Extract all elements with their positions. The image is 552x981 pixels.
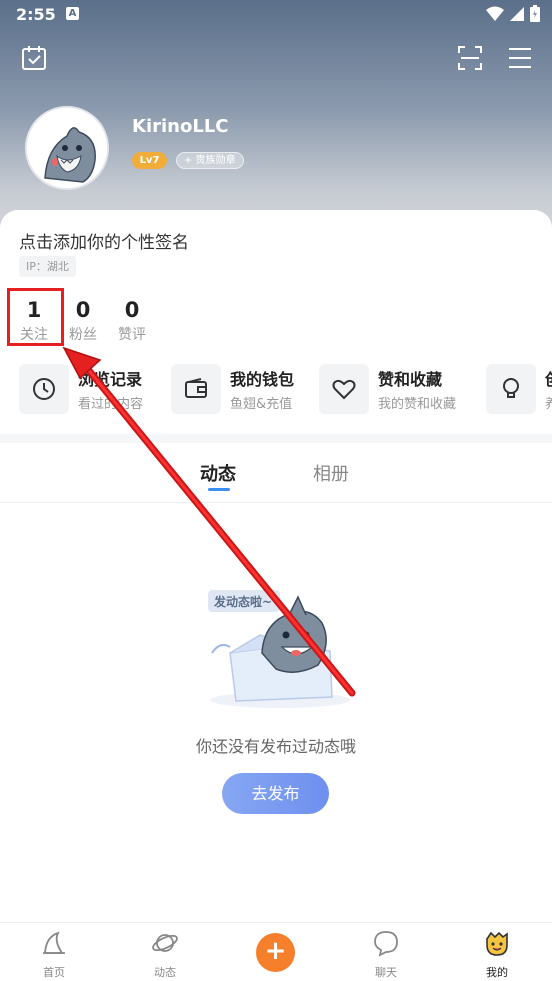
empty-state-illustration: 发动态啦~	[208, 590, 350, 708]
status-time: 2:55	[16, 5, 56, 24]
calendar-check-icon[interactable]	[20, 44, 48, 72]
nav-label: 聊天	[375, 966, 397, 979]
quick-entry-title: 赞和收藏	[378, 370, 443, 389]
go-post-button[interactable]: 去发布	[222, 773, 329, 814]
bottom-navigation: 首页 动态 + 聊天 我的	[0, 922, 552, 981]
quick-entry-subtitle: 鱼翅&充值	[230, 397, 293, 412]
quick-entry-title: 我的钱包	[230, 370, 295, 389]
menu-icon[interactable]	[506, 44, 534, 72]
avatar[interactable]	[25, 106, 109, 190]
level-badge[interactable]: Lv7	[132, 152, 167, 169]
clock-icon	[33, 378, 55, 400]
username: KirinoLLC	[132, 116, 229, 137]
tab-bar-border	[0, 502, 552, 503]
tab-moments[interactable]: 动态	[200, 460, 236, 486]
fans-label: 粉丝	[69, 327, 97, 343]
section-divider	[0, 434, 552, 443]
bulb-icon	[503, 378, 519, 398]
active-tab-indicator	[208, 488, 230, 491]
mine-icon	[486, 931, 508, 956]
quick-entry-subtitle: 养	[545, 397, 552, 412]
heart-icon	[332, 379, 356, 400]
quick-entry-likes-favorites[interactable]: 赞和收藏 我的赞和收藏	[319, 364, 456, 414]
shark-avatar-icon	[27, 108, 107, 188]
quick-entry-subtitle: 看过的内容	[78, 397, 144, 412]
annotation-highlight-box	[7, 288, 64, 346]
status-bar: 2:55 A	[0, 0, 552, 30]
quick-entry-title: 创	[545, 366, 552, 390]
quick-entry-subtitle: 我的赞和收藏	[378, 397, 457, 412]
likes-label: 赞评	[118, 327, 146, 343]
wallet-icon	[185, 378, 207, 398]
wifi-icon	[486, 6, 504, 21]
quick-entry-wallet[interactable]: 我的钱包 鱼翅&充值	[171, 364, 294, 414]
scan-icon[interactable]	[456, 44, 484, 72]
nav-home[interactable]: 首页	[24, 929, 84, 980]
noble-medal-badge[interactable]: + 贵族勋章	[176, 152, 244, 169]
nav-label: 动态	[154, 966, 176, 979]
planet-icon	[152, 934, 178, 952]
quick-entry-create[interactable]: 创 养	[486, 364, 552, 414]
home-icon	[43, 931, 65, 954]
add-post-button[interactable]: +	[256, 933, 295, 972]
tab-album[interactable]: 相册	[313, 460, 349, 486]
notification-icon: A	[66, 7, 79, 20]
nav-chat[interactable]: 聊天	[356, 929, 416, 980]
nav-label: 首页	[43, 966, 65, 979]
battery-icon	[530, 5, 540, 22]
signal-icon	[510, 6, 524, 21]
empty-state-message: 你还没有发布过动态哦	[195, 737, 356, 756]
fans-count: 0	[75, 298, 91, 322]
nav-moments[interactable]: 动态	[135, 929, 195, 980]
stat-likes[interactable]: 0 赞评	[117, 298, 147, 344]
ip-location-tag: IP：湖北	[19, 256, 76, 277]
signature-prompt[interactable]: 点击添加你的个性签名	[19, 228, 189, 253]
status-indicators	[486, 5, 540, 22]
chat-icon	[374, 931, 398, 957]
empty-state-bubble-text: 发动态啦~	[213, 594, 272, 609]
stat-fans[interactable]: 0 粉丝	[68, 298, 98, 344]
quick-entry-history[interactable]: 浏览记录 看过的内容	[19, 364, 143, 414]
nav-mine[interactable]: 我的	[467, 929, 527, 980]
quick-entry-title: 浏览记录	[78, 370, 143, 389]
likes-count: 0	[124, 298, 140, 322]
nav-label: 我的	[486, 966, 508, 979]
